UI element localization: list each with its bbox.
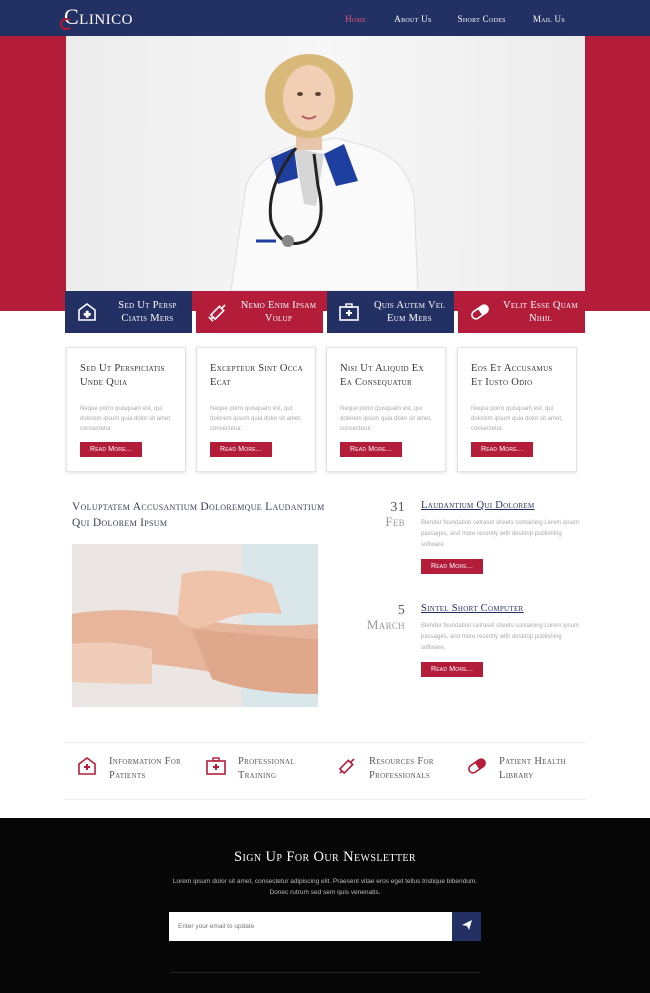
read-more-button[interactable]: Read More... <box>340 442 403 457</box>
read-more-button[interactable]: Read More... <box>210 442 273 457</box>
feature-label: Quis Autem Vel Eum Mers <box>373 300 446 324</box>
event-month: Feb <box>385 514 405 529</box>
feature-bar-2[interactable]: Nemo Enim Ipsam Volup <box>196 291 323 333</box>
newsletter-text: Lorem ipsum dolor sit amet, consectetur … <box>172 878 478 896</box>
info-link-3[interactable]: Resources For Professionals <box>336 755 459 783</box>
footer <box>0 818 650 993</box>
top-navbar: Clinico Home About Us Short Codes Mail U… <box>0 0 650 36</box>
event-text: Blender foundation cetraset sheets conta… <box>421 520 580 548</box>
card-title: Eos Et Accusamus Et Iusto Odio <box>471 363 553 388</box>
info-link-1[interactable]: Information For Patients <box>76 755 189 783</box>
card-title: Excepteur Sint Occa Ecat <box>210 363 304 388</box>
info-label: Patient Health Library <box>499 756 567 781</box>
event-text: Blender foundation cetraset sheets conta… <box>421 623 580 651</box>
nav-short-codes[interactable]: Short Codes <box>458 14 506 24</box>
hospital-sign-icon <box>76 755 98 782</box>
feature-label: Velit Esse Quam Nihil <box>503 300 578 324</box>
info-card-3: Nisi Ut Aliquid Ex Ea Consequatur Neque … <box>326 347 446 472</box>
logo-text: Clinico <box>64 4 133 29</box>
nav-home[interactable]: Home <box>345 14 366 24</box>
card-title: Nisi Ut Aliquid Ex Ea Consequatur <box>340 363 424 388</box>
first-aid-kit-icon <box>205 755 227 782</box>
hospital-sign-icon <box>65 301 109 323</box>
pill-capsule-icon <box>458 301 502 323</box>
card-title: Sed Ut Perspiciatis Unde Quia <box>80 363 165 388</box>
read-more-button[interactable]: Read More... <box>80 442 143 457</box>
logo[interactable]: Clinico <box>60 4 133 30</box>
first-aid-kit-icon <box>327 301 371 323</box>
feature-bar-4[interactable]: Velit Esse Quam Nihil <box>458 291 585 333</box>
feature-bar-1[interactable]: Sed Ut Persp Ciatis Mers <box>65 291 192 333</box>
feature-label: Sed Ut Persp Ciatis Mers <box>118 300 177 324</box>
feature-label: Nemo Enim Ipsam Volup <box>240 300 317 324</box>
read-more-button[interactable]: Read More... <box>471 442 534 457</box>
card-text: Neque porro quisquam est, qui dolorem ip… <box>340 406 432 432</box>
newsletter-title: Sign Up For Our Newsletter <box>234 849 416 865</box>
info-links-row: Information For Patients Professional Tr… <box>64 742 586 800</box>
feature-bar-3[interactable]: Quis Autem Vel Eum Mers <box>327 291 454 333</box>
nav-about-us[interactable]: About Us <box>394 14 431 24</box>
event-date: 31 Feb <box>340 500 405 530</box>
info-card-4: Eos Et Accusamus Et Iusto Odio Neque por… <box>457 347 577 472</box>
pill-capsule-icon <box>466 755 488 782</box>
info-label: Resources For Professionals <box>369 756 434 781</box>
info-link-2[interactable]: Professional Training <box>205 755 318 783</box>
event-date: 5 March <box>340 603 405 633</box>
hero-doctor-image <box>66 36 585 291</box>
footer-divider <box>170 972 480 973</box>
logo-mark-icon <box>60 18 72 30</box>
news-heading: Voluptatem Accusantium Doloremque Laudan… <box>72 501 325 529</box>
event-title-link[interactable]: Laudantium Qui Dolorem <box>421 500 581 511</box>
newsletter-email-input[interactable] <box>169 912 452 941</box>
nav-mail-us[interactable]: Mail Us <box>533 14 565 24</box>
event-month: March <box>366 617 405 632</box>
info-label: Professional Training <box>238 756 295 781</box>
card-text: Neque porro quisquam est, qui dolorem ip… <box>210 406 302 432</box>
newsletter-send-button[interactable] <box>452 912 481 941</box>
info-link-4[interactable]: Patient Health Library <box>466 755 589 783</box>
event-title-link[interactable]: Sintel Short Computer <box>421 603 581 614</box>
card-text: Neque porro quisquam est, qui dolorem ip… <box>80 406 172 432</box>
card-text: Neque porro quisquam est, qui dolorem ip… <box>471 406 563 432</box>
syringe-icon <box>336 755 358 782</box>
syringe-icon <box>196 301 240 323</box>
paper-plane-icon <box>461 918 473 936</box>
info-card-2: Excepteur Sint Occa Ecat Neque porro qui… <box>196 347 316 472</box>
info-card-1: Sed Ut Perspiciatis Unde Quia Neque porr… <box>66 347 186 472</box>
info-label: Information For Patients <box>109 756 182 781</box>
hands-image <box>72 544 318 707</box>
read-more-button[interactable]: Read More... <box>421 662 484 677</box>
read-more-button[interactable]: Read More... <box>421 559 484 574</box>
